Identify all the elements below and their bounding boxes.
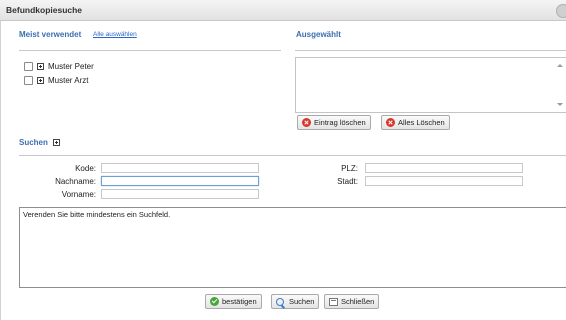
delete-entry-button[interactable]: Eintrag löschen — [297, 115, 371, 130]
close-label: Schließen — [341, 297, 375, 306]
search-label: Suchen — [289, 297, 315, 306]
stadt-input[interactable] — [365, 176, 523, 186]
window-menu-icon[interactable] — [556, 4, 566, 18]
message-box: Verenden Sie bitte mindestens ein Suchfe… — [19, 207, 566, 288]
delete-all-button[interactable]: Alles Löschen — [381, 115, 450, 130]
checkbox[interactable] — [24, 76, 33, 85]
stadt-label: Stadt: — [337, 177, 358, 186]
vorname-input[interactable] — [101, 189, 259, 199]
expand-icon[interactable] — [37, 63, 44, 70]
kode-input[interactable] — [101, 163, 259, 173]
expand-icon[interactable] — [53, 139, 60, 146]
confirm-label: bestätigen — [222, 297, 257, 306]
nachname-input[interactable] — [101, 176, 259, 186]
confirm-button[interactable]: bestätigen — [205, 294, 262, 309]
delete-icon — [386, 118, 395, 127]
message-text: Verenden Sie bitte mindestens ein Suchfe… — [23, 210, 171, 219]
select-all-link[interactable]: Alle auswählen — [93, 31, 137, 38]
delete-icon — [302, 118, 311, 127]
search-icon — [276, 297, 284, 306]
checkbox[interactable] — [24, 62, 33, 71]
close-icon — [329, 297, 338, 306]
meist-verwendet-heading: Meist verwendet — [19, 30, 82, 39]
list-item-label: Muster Arzt — [48, 76, 89, 85]
divider — [19, 155, 566, 156]
scroll-down-icon[interactable] — [557, 103, 563, 106]
ausgewaehlt-heading: Ausgewählt — [296, 30, 341, 39]
plz-label: PLZ: — [341, 164, 358, 173]
selected-listbox[interactable] — [295, 57, 566, 113]
nachname-label: Nachname: — [55, 177, 96, 186]
list-item-label: Muster Peter — [48, 62, 94, 71]
title-bar: Befundkopiesuche — [0, 0, 566, 21]
vorname-label: Vorname: — [61, 190, 96, 199]
check-icon — [210, 297, 219, 306]
search-button[interactable]: Suchen — [271, 294, 320, 309]
divider — [19, 50, 281, 51]
delete-all-label: Alles Löschen — [398, 118, 445, 127]
divider — [295, 50, 566, 51]
delete-entry-label: Eintrag löschen — [314, 118, 366, 127]
window-left-border — [0, 21, 1, 320]
plz-input[interactable] — [365, 163, 523, 173]
close-button[interactable]: Schließen — [324, 294, 380, 309]
scroll-up-icon[interactable] — [557, 64, 563, 67]
expand-icon[interactable] — [37, 77, 44, 84]
list-item[interactable]: Muster Peter — [24, 62, 94, 71]
window-title: Befundkopiesuche — [6, 5, 83, 15]
kode-label: Kode: — [75, 164, 96, 173]
suchen-heading: Suchen — [19, 138, 48, 147]
list-item[interactable]: Muster Arzt — [24, 76, 88, 85]
